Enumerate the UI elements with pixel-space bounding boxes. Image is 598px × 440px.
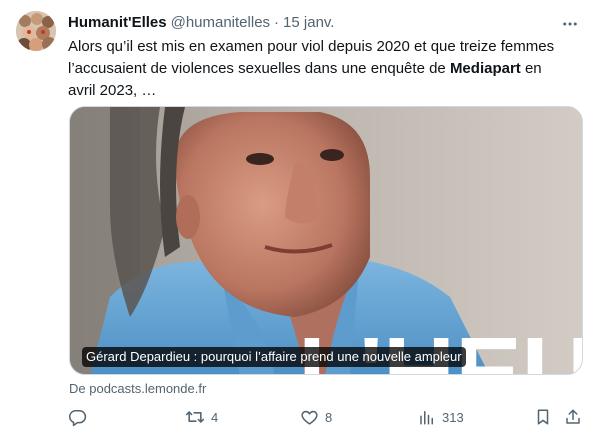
analytics-icon xyxy=(418,408,436,426)
card-caption: Gérard Depardieu : pourquoi l’affaire pr… xyxy=(82,347,466,367)
tweet-text-bold: Mediapart xyxy=(449,60,521,77)
user-handle[interactable]: @humanitelles xyxy=(171,13,270,33)
like-button[interactable]: 8 xyxy=(300,405,332,429)
card-source[interactable]: De podcasts.lemonde.fr xyxy=(69,381,206,397)
bookmark-icon xyxy=(534,408,552,426)
tweet-date[interactable]: 15 janv. xyxy=(283,13,334,33)
tweet-header: Humanit'Elles @humanitelles · 15 janv. xyxy=(68,12,582,34)
retweet-icon xyxy=(185,407,205,427)
share-icon xyxy=(564,408,582,426)
link-card[interactable]: L'HEURE Gérard Depardieu : pourquoi l’af… xyxy=(69,106,583,375)
tweet-text: Alors qu’il est mis en examen pour viol … xyxy=(68,36,568,102)
action-bar: 4 8 313 xyxy=(68,405,582,429)
like-count: 8 xyxy=(325,409,333,425)
views-button[interactable]: 313 xyxy=(418,405,464,429)
avatar[interactable] xyxy=(16,11,56,51)
heart-icon xyxy=(300,408,319,427)
retweet-count: 4 xyxy=(211,409,219,425)
bookmark-button[interactable] xyxy=(534,405,552,429)
views-count: 313 xyxy=(442,409,464,425)
reply-icon xyxy=(68,408,87,427)
share-button[interactable] xyxy=(564,405,582,429)
display-name[interactable]: Humanit'Elles xyxy=(68,13,167,33)
more-horizontal-icon[interactable] xyxy=(560,14,580,34)
reply-button[interactable] xyxy=(68,405,93,429)
separator-dot: · xyxy=(274,14,280,31)
overlay-logo-text: L'HEURE xyxy=(298,317,582,374)
retweet-button[interactable]: 4 xyxy=(185,405,218,429)
